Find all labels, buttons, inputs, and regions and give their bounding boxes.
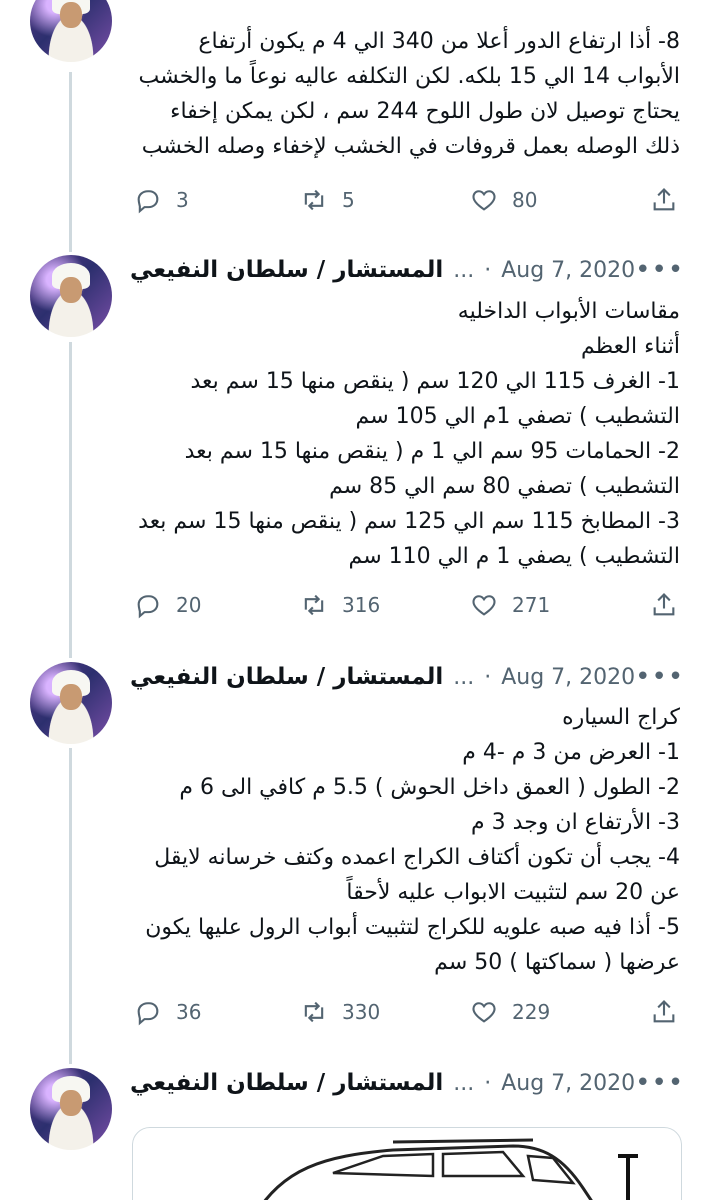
more-icon[interactable]: ••• — [635, 662, 684, 692]
reply-button[interactable]: 36 — [134, 998, 201, 1026]
author-name[interactable]: المستشار / سلطان النفيعي — [130, 1070, 443, 1096]
like-count: 271 — [512, 593, 551, 617]
separator-dot: · — [484, 664, 492, 690]
tweet-media-image[interactable] — [132, 1127, 682, 1200]
tweet-text: مقاسات الأبواب الداخليه أثناء العظم 1- ا… — [138, 299, 680, 569]
heart-icon — [472, 595, 496, 616]
like-button[interactable]: 271 — [470, 591, 550, 619]
tweet-header: المستشار / سلطان النفيعي ... · Aug 7, 20… — [130, 250, 683, 290]
more-icon[interactable]: ••• — [635, 1068, 684, 1098]
avatar[interactable] — [30, 0, 112, 62]
avatar[interactable] — [30, 662, 112, 744]
share-button[interactable] — [650, 186, 678, 214]
tweet-date[interactable]: Aug 7, 2020 — [501, 258, 635, 283]
retweet-button[interactable]: 330 — [300, 998, 380, 1026]
share-icon — [653, 593, 675, 616]
retweet-icon — [304, 189, 324, 211]
car-illustration — [263, 1138, 638, 1200]
reply-count: 3 — [176, 188, 189, 212]
reply-button[interactable]: 3 — [134, 186, 189, 214]
thread-line — [69, 72, 72, 252]
tweet-date[interactable]: Aug 7, 2020 — [501, 1071, 635, 1096]
tweet-actions: 20 316 271 — [130, 585, 682, 625]
like-button[interactable]: 80 — [470, 186, 537, 214]
share-button[interactable] — [650, 591, 678, 619]
author-handle: ... — [453, 664, 475, 690]
like-count: 80 — [512, 188, 538, 212]
thread-line — [69, 342, 72, 658]
reply-count: 20 — [176, 593, 202, 617]
tweet-header: المستشار / سلطان النفيعي ... · Aug 7, 20… — [130, 657, 683, 697]
more-icon[interactable]: ••• — [635, 255, 684, 285]
retweet-button[interactable]: 316 — [300, 591, 380, 619]
avatar[interactable] — [30, 1068, 112, 1150]
retweet-button[interactable]: 5 — [300, 186, 355, 214]
tweet-date[interactable]: Aug 7, 2020 — [501, 665, 635, 690]
reply-count: 36 — [176, 1000, 202, 1024]
share-icon — [653, 188, 675, 211]
share-button[interactable] — [650, 998, 678, 1026]
author-handle: ... — [453, 257, 475, 283]
thread-line — [69, 748, 72, 1064]
author-name[interactable]: المستشار / سلطان النفيعي — [130, 257, 443, 283]
avatar[interactable] — [30, 255, 112, 337]
retweet-icon — [304, 594, 324, 616]
heart-icon — [472, 190, 496, 211]
tweet-actions: 3 5 80 — [130, 180, 682, 220]
retweet-count: 316 — [342, 593, 381, 617]
separator-dot: · — [484, 257, 492, 283]
reply-icon — [137, 190, 159, 214]
share-icon — [653, 1000, 675, 1023]
retweet-count: 330 — [342, 1000, 381, 1024]
author-name[interactable]: المستشار / سلطان النفيعي — [130, 664, 443, 690]
tweet-header: المستشار / سلطان النفيعي ... · Aug 7, 20… — [130, 1063, 683, 1103]
tweet-actions: 36 330 229 — [130, 992, 682, 1032]
author-handle: ... — [453, 1070, 475, 1096]
reply-icon — [137, 595, 159, 619]
separator-dot: · — [484, 1070, 492, 1096]
like-count: 229 — [512, 1000, 551, 1024]
retweet-icon — [304, 1001, 324, 1023]
reply-icon — [137, 1002, 159, 1026]
heart-icon — [472, 1002, 496, 1023]
like-button[interactable]: 229 — [470, 998, 550, 1026]
reply-button[interactable]: 20 — [134, 591, 201, 619]
tweet-text: 8- أذا ارتفاع الدور أعلا من 340 الي 4 م … — [138, 29, 680, 159]
retweet-count: 5 — [342, 188, 355, 212]
tweet-text: كراج السياره 1- العرض من 3 م -4 م 2- الط… — [145, 705, 680, 975]
